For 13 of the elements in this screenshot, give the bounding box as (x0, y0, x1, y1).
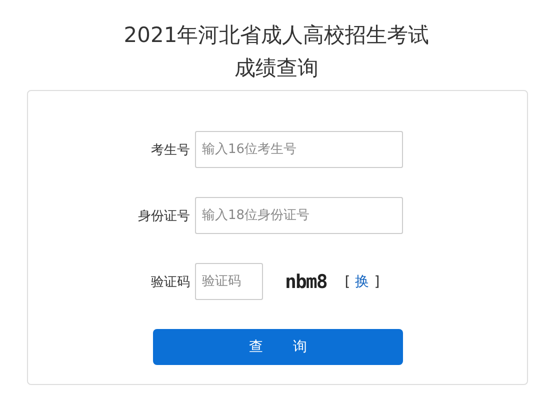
input-field[interactable]: 验证码 (195, 263, 263, 300)
bracket: [ (344, 274, 350, 290)
refresh-link[interactable]: 换 (355, 274, 370, 290)
page-title: 成绩查询 (234, 55, 318, 81)
input-field[interactable]: 输入16位考生号 (195, 131, 403, 168)
query-button[interactable]: 查 询 (153, 329, 403, 365)
page-title: 2021年河北省成人高校招生考试 (124, 22, 430, 48)
captcha-image: nbm8 (285, 270, 327, 292)
field-label: 验证码 (150, 274, 191, 290)
field-label: 考生号 (150, 142, 191, 158)
field-label: 身份证号 (137, 208, 191, 224)
bracket: ] (374, 274, 380, 290)
input-field[interactable]: 输入18位身份证号 (195, 197, 403, 234)
